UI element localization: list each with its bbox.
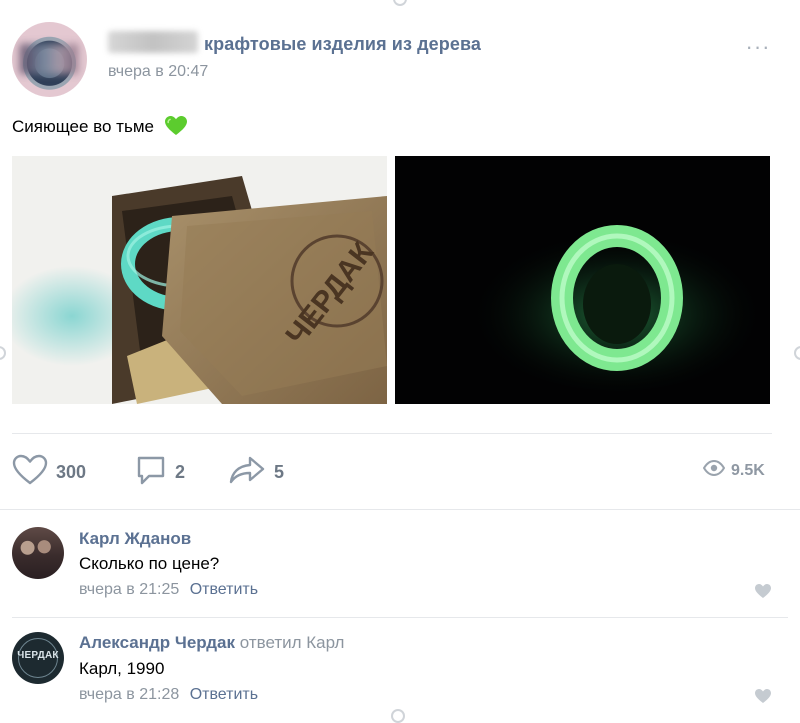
- scroll-edge-marker: [0, 346, 6, 360]
- comment-text: Сколько по цене?: [79, 554, 220, 573]
- comment-meta: вчера в 21:25 Ответить: [79, 581, 258, 599]
- post-text: Сияющее во тьме: [12, 116, 187, 141]
- comments-divider: [0, 509, 800, 510]
- avatar[interactable]: ЧЕРДАК: [12, 632, 64, 684]
- like-button[interactable]: 300: [12, 454, 87, 491]
- comment-reply-to[interactable]: ответил Карл: [240, 633, 345, 652]
- eye-icon: [702, 459, 726, 481]
- comment-author-name[interactable]: Карл Жданов: [79, 529, 191, 548]
- post-header: крафтовые изделия из дерева вчера в 20:4…: [12, 22, 788, 98]
- likes-count: 300: [56, 461, 87, 482]
- views-counter: 9.5K: [702, 459, 765, 481]
- comment-text: Карл, 1990: [79, 659, 165, 678]
- reply-button[interactable]: Ответить: [190, 686, 258, 703]
- comment-meta: вчера в 21:28 Ответить: [79, 686, 258, 704]
- comment-time[interactable]: вчера в 21:28: [79, 686, 179, 703]
- post-photo-glow[interactable]: [395, 156, 770, 404]
- comment-author[interactable]: Карл Жданов: [79, 529, 191, 549]
- comments-count: 2: [175, 461, 186, 482]
- scroll-edge-marker: [391, 709, 405, 723]
- group-name[interactable]: крафтовые изделия из дерева: [204, 34, 481, 55]
- more-icon[interactable]: ···: [742, 36, 774, 58]
- reply-button[interactable]: Ответить: [190, 581, 258, 598]
- share-button[interactable]: 5: [228, 456, 284, 488]
- comment-like-icon[interactable]: [754, 583, 772, 599]
- post-divider: [12, 433, 772, 434]
- views-count: 9.5K: [731, 461, 765, 479]
- green-heart-emoji: [164, 116, 187, 141]
- post-text-content: Сияющее во тьме: [12, 117, 154, 136]
- avatar-logo-text: ЧЕРДАК: [17, 650, 59, 661]
- blurred-name: [108, 31, 198, 53]
- scroll-edge-marker: [794, 346, 800, 360]
- heart-icon: [12, 454, 48, 491]
- comment-author[interactable]: Александр Чердак ответил Карл: [79, 633, 344, 653]
- post-time[interactable]: вчера в 20:47: [108, 63, 208, 81]
- comment-icon: [135, 454, 167, 491]
- shares-count: 5: [274, 461, 285, 482]
- share-icon: [228, 454, 266, 491]
- comment-button[interactable]: 2: [135, 456, 185, 488]
- comment-author-name[interactable]: Александр Чердак: [79, 633, 235, 652]
- comment-time[interactable]: вчера в 21:25: [79, 581, 179, 598]
- comment-like-icon[interactable]: [754, 688, 772, 704]
- avatar[interactable]: [12, 527, 64, 579]
- comment-divider: [12, 617, 788, 618]
- scroll-edge-marker: [393, 0, 407, 6]
- post-photo-box[interactable]: ЧЕРДАК: [12, 156, 387, 404]
- group-avatar[interactable]: [12, 22, 87, 97]
